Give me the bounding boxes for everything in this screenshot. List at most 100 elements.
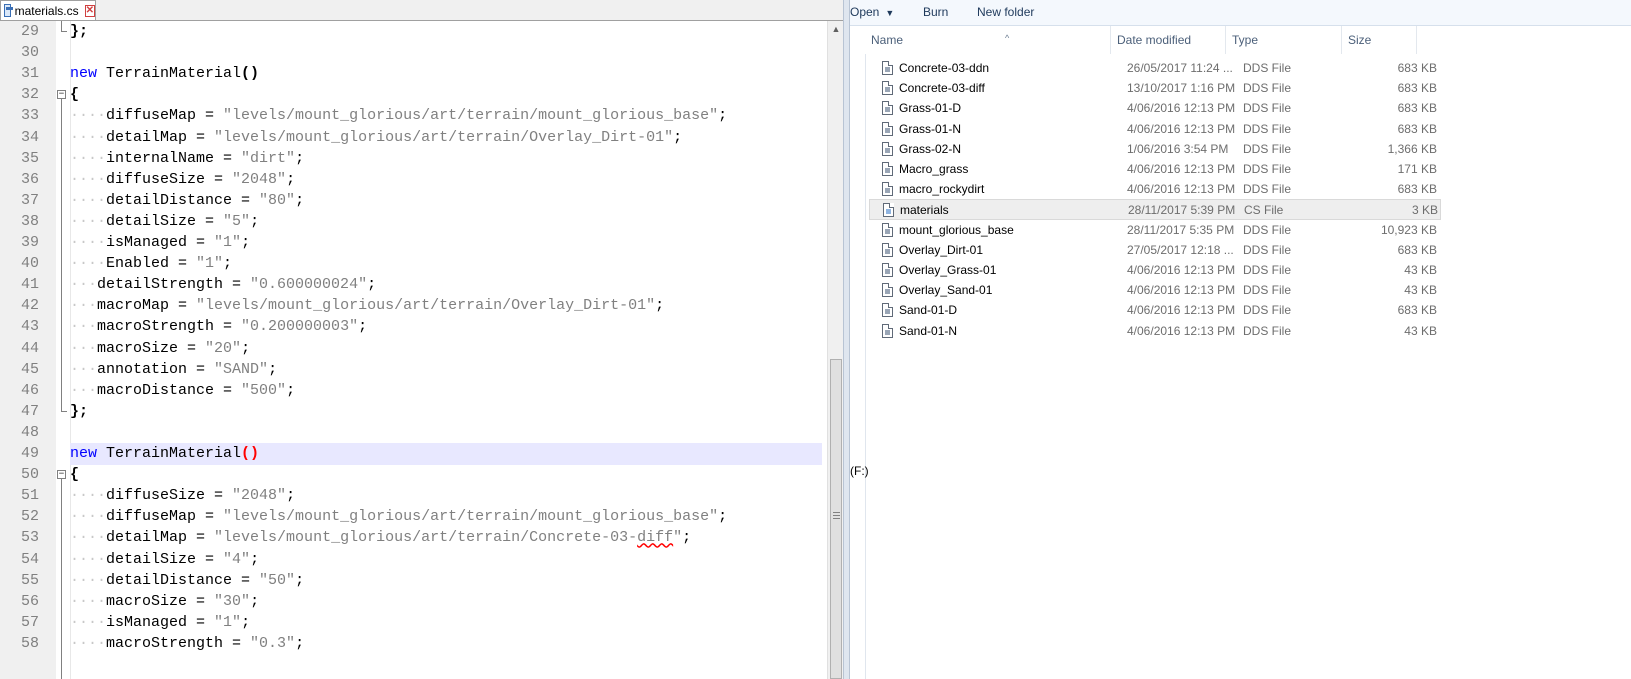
column-header-type[interactable]: Type [1226,26,1342,54]
file-row[interactable]: mount_glorious_base 28/11/2017 5:35 PM DDS… [865,220,1631,241]
code-line[interactable]: 49 new TerrainMaterial() [0,443,827,465]
explorer-toolbar: Open ▼ Burn New folder [850,0,1631,26]
code-text-area[interactable]: 29}; 30 31 new TerrainMaterial() 32{−33 ····d… [0,21,827,679]
code-line[interactable]: 42 ···macroMap = "levels/mount_glorious/a… [0,295,827,317]
file-row[interactable]: Macro_grass 4/06/2016 12:13 PM DDS File 171… [865,159,1631,180]
tab-label: materials.cs [14,3,79,18]
code-line[interactable]: 40 ····Enabled = "1"; [0,253,827,275]
file-row[interactable]: Overlay_Sand-01 4/06/2016 12:13 PM DDS Fil… [865,280,1631,301]
file-name: Overlay_Grass-01 [899,263,997,277]
code-line[interactable]: 41 ···detailStrength = "0.600000024"; [0,274,827,296]
line-number: 43 [20,318,39,336]
code-line[interactable]: 53 ····detailMap = "levels/mount_glorious… [0,527,827,549]
file-row[interactable]: Concrete-03-diff 13/10/2017 1:16 PM DDS Fi… [865,78,1631,99]
code-token: "1" [214,234,242,251]
code-text: new TerrainMaterial() [70,443,259,465]
code-token: "4" [223,550,251,568]
navigation-pane[interactable]: (F:) [850,26,869,679]
code-line[interactable]: 31 new TerrainMaterial() [0,63,827,85]
file-name: Grass-01-N [899,121,962,136]
file-row[interactable]: Concrete-03-ddn 26/05/2017 11:24 ... DDS F… [865,58,1631,79]
code-token: ···· [70,128,107,146]
code-line[interactable]: 50 { [0,464,827,486]
code-line[interactable]: 36 ····diffuseSize = "2048"; [0,169,827,191]
fold-collapse-icon[interactable]: − [57,90,66,100]
code-token: macroSize = [97,339,206,357]
code-text: ····diffuseSize = "2048"; [70,169,295,191]
scroll-up-icon[interactable]: ▲ [828,21,844,37]
code-line[interactable]: 58 ····macroStrength = "0.3"; [0,633,827,655]
code-line[interactable]: 43 ···macroStrength = "0.200000003"; [0,316,827,338]
burn-button[interactable]: Burn [923,0,948,25]
code-token: ; [241,613,251,631]
file-row[interactable]: Grass-01-D 4/06/2016 12:13 PM DDS File 683 … [865,98,1631,119]
code-line[interactable]: 52 ····diffuseMap = "levels/mount_gloriou… [0,506,827,528]
code-line[interactable]: 37 ····detailDistance = "80"; [0,190,827,212]
file-row[interactable]: Overlay_Dirt-01 27/05/2017 12:18 ... DDS F… [865,240,1631,261]
code-line[interactable]: 38 ····detailSize = "5"; [0,211,827,233]
column-header-size[interactable]: Size [1342,26,1417,54]
code-line[interactable]: 32 { [0,84,827,106]
code-editor[interactable]: materials.cs ✕ 29}; 30 31 new TerrainMateri… [0,0,843,679]
fold-guide-line [61,479,62,679]
code-token: ···· [70,550,107,568]
code-line[interactable]: 34 ····detailMap = "levels/mount_glorious… [0,127,827,149]
tab-materials-cs[interactable]: materials.cs ✕ [0,0,96,20]
file-date-modified: 4/06/2016 12:13 PM [1127,182,1236,197]
code-line[interactable]: 44 ···macroSize = "20"; [0,338,827,360]
code-line[interactable]: 29}; [0,21,827,43]
open-button[interactable]: Open ▼ [850,0,894,25]
file-row[interactable]: macro_rockydirt 4/06/2016 12:13 PM DDS Fil… [865,179,1631,200]
file-row[interactable]: Overlay_Grass-01 4/06/2016 12:13 PM DDS Fi… [865,260,1631,281]
dds-file-icon [882,263,893,277]
code-text: ···detailStrength = "0.600000024"; [70,274,376,296]
new-folder-button[interactable]: New folder [977,0,1034,25]
code-line[interactable]: 30 [0,42,827,64]
file-row[interactable]: materials 28/11/2017 5:39 PM CS File 3 KB [869,199,1441,221]
close-icon[interactable]: ✕ [84,4,95,17]
file-row[interactable]: Grass-02-N 1/06/2016 3:54 PM DDS File 1,366… [865,139,1631,160]
editor-vertical-scrollbar[interactable]: ▲ [827,21,843,679]
code-token: { [70,86,80,104]
line-number: 48 [20,423,39,441]
code-line[interactable]: 33 ····diffuseMap = "levels/mount_gloriou… [0,105,827,127]
code-line[interactable]: 47}; [0,401,827,423]
fold-collapse-icon[interactable]: − [57,470,66,480]
code-token: "levels/mount_glorious/art/terrain/mount… [223,107,719,125]
code-line[interactable]: 35 ····internalName = "dirt"; [0,148,827,170]
code-text: { [70,464,79,486]
code-text: ····detailDistance = "80"; [70,190,304,212]
code-line[interactable]: 45 ···annotation = "SAND"; [0,359,827,381]
code-line[interactable]: 54 ····detailSize = "4"; [0,549,827,571]
column-name-label: Name [871,33,904,47]
code-line[interactable]: 57 ····isManaged = "1"; [0,612,827,634]
column-header-date[interactable]: Date modified [1111,26,1226,54]
grip-line [833,515,840,516]
code-line[interactable]: 55 ····detailDistance = "50"; [0,570,827,592]
code-token: detailSize = [106,550,224,568]
file-type: DDS File [1243,101,1292,116]
code-token: "500" [241,381,287,399]
column-headers: Name ^ Date modified Type Size [865,26,1631,54]
drive-label[interactable]: (F:) [850,464,869,478]
code-line[interactable]: 51 ····diffuseSize = "2048"; [0,485,827,507]
file-explorer: Open ▼ Burn New folder (F:) Name ^ Date m… [850,0,1631,679]
file-row[interactable]: Sand-01-D 4/06/2016 12:13 PM DDS File 683 K… [865,300,1631,321]
code-line[interactable]: 48 [0,422,827,444]
code-line[interactable]: 39 ····isManaged = "1"; [0,232,827,254]
line-number: 33 [20,107,39,125]
code-token: ··· [70,339,98,357]
column-header-name[interactable]: Name ^ [865,26,1111,54]
code-text: ····detailMap = "levels/mount_glorious/a… [70,127,682,149]
code-line[interactable]: 56 ····macroSize = "30"; [0,591,827,613]
code-token: " [673,529,683,547]
file-row[interactable]: Sand-01-N 4/06/2016 12:13 PM DDS File 43 KB [865,321,1631,342]
code-token: "80" [259,191,296,209]
code-text: ····macroSize = "30"; [70,591,259,613]
scroll-thumb[interactable] [830,359,842,679]
window-divider[interactable] [843,0,850,679]
code-line[interactable]: 46 ···macroDistance = "500"; [0,380,827,402]
sort-ascending-icon: ^ [1005,33,1010,43]
code-token: ; [250,212,260,230]
file-row[interactable]: Grass-01-N 4/06/2016 12:13 PM DDS File 683 … [865,119,1631,140]
